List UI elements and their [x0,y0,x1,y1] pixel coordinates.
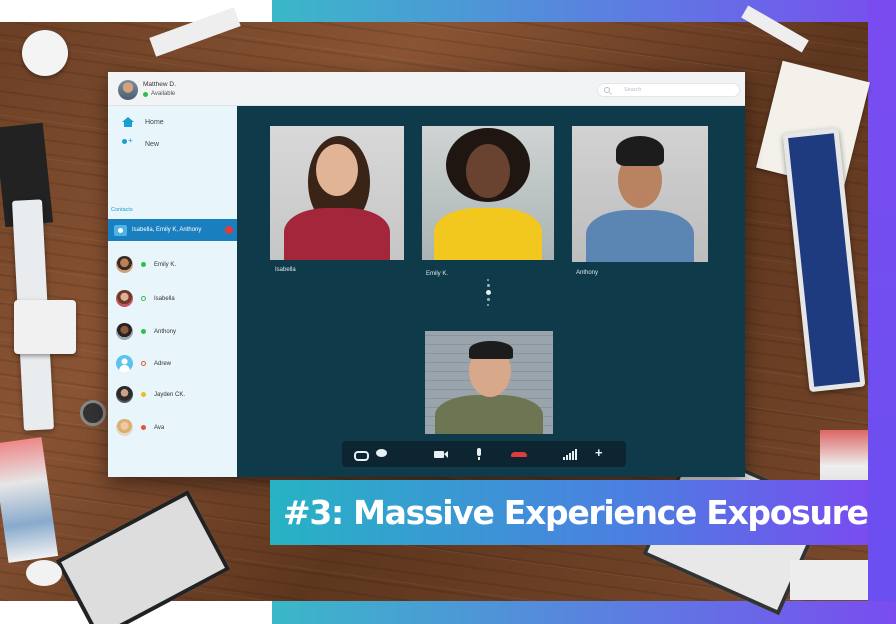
list-item[interactable]: Jayden CK. [116,386,185,403]
list-item[interactable]: Isabella [116,290,175,307]
avatar [116,419,133,436]
add-user-icon [122,136,134,149]
page-dot [487,304,489,306]
video-call-app-window: Matthew D. Available Search Home New Con… [108,72,745,477]
search-input[interactable]: Search [597,83,740,97]
contact-name: Anthony [154,328,177,335]
group-call-label: Isabella, Emily K, Anthony [132,227,202,233]
keyboard [790,560,868,600]
participant-video [425,331,553,434]
participant-video [270,126,404,260]
video-tile-emily[interactable] [422,126,554,260]
sidebar-item-new[interactable]: New [122,136,160,149]
participant-video [572,126,708,262]
active-group-call[interactable]: Isabella, Emily K, Anthony [108,219,237,241]
status-dot-icon [141,262,146,267]
video-camera-icon[interactable] [434,448,448,460]
search-icon [604,87,610,93]
hang-up-icon[interactable] [511,448,527,460]
self-video-tile[interactable] [425,331,553,434]
avatar [116,290,133,307]
contact-name: Jayden CK. [154,391,186,398]
home-icon [122,117,134,127]
page-dot [486,284,490,287]
group-icon [114,224,127,236]
contact-name: Ava [154,424,165,431]
link-icon[interactable] [354,448,369,461]
list-item[interactable]: Anthony [116,323,176,340]
avatar [116,256,133,273]
status-dot-icon [141,361,146,366]
video-stage: Isabella Emily K. Anthony + [237,106,745,477]
gradient-frame-top [272,0,896,22]
call-controls-bar: + [342,441,626,467]
page-dot [487,279,489,281]
participant-video [422,126,554,260]
headline-text: #3: Massive Experience Exposure [283,493,869,532]
sidebar-item-label: New [145,140,160,148]
gradient-frame-right [868,0,896,624]
participant-name: Emily K. [426,271,449,277]
status-dot-icon [141,296,146,301]
monitor-stand [14,300,76,354]
sidebar-item-label: Home [145,118,164,126]
computer-mouse [26,560,62,586]
participant-name: Anthony [576,270,599,276]
signal-strength-icon[interactable] [563,448,581,460]
status-label: Available [151,91,176,97]
contact-name: Isabella [154,295,175,302]
gradient-frame-bottom [272,601,896,624]
avatar [116,355,133,372]
microphone-icon[interactable] [475,448,483,460]
contact-name: Adrew [154,360,172,367]
avatar [116,386,133,403]
user-name: Matthew D. [143,81,176,88]
page-dot [486,298,490,301]
headline-banner: #3: Massive Experience Exposure [270,480,869,545]
speaker [80,400,106,426]
search-placeholder: Search [624,87,642,93]
list-item[interactable]: Ava [116,419,164,436]
status-dot-icon [141,425,146,430]
sidebar: Home New Contacts Isabella, Emily K, Ant… [108,106,237,477]
contacts-heading: Contacts [111,207,133,213]
coffee-mug [22,30,68,76]
status-dot-icon [141,392,146,397]
participant-name: Isabella [275,267,296,273]
title-bar: Matthew D. Available Search [108,72,745,106]
pagination-dots[interactable] [485,279,491,306]
sidebar-item-home[interactable]: Home [122,117,164,127]
video-tile-isabella[interactable] [270,126,404,260]
user-status: Available [143,91,175,97]
chat-icon[interactable] [376,448,388,460]
list-item[interactable]: Emily K. [116,256,176,273]
avatar [116,323,133,340]
video-tile-anthony[interactable] [572,126,708,262]
avatar[interactable] [118,80,138,100]
list-item[interactable]: Adrew [116,355,171,372]
status-dot-icon [143,91,148,97]
add-participant-icon[interactable]: + [595,446,607,460]
contact-name: Emily K. [154,261,177,268]
end-call-icon[interactable] [225,226,233,234]
status-dot-icon [141,329,146,334]
page-dot-active [485,290,491,295]
